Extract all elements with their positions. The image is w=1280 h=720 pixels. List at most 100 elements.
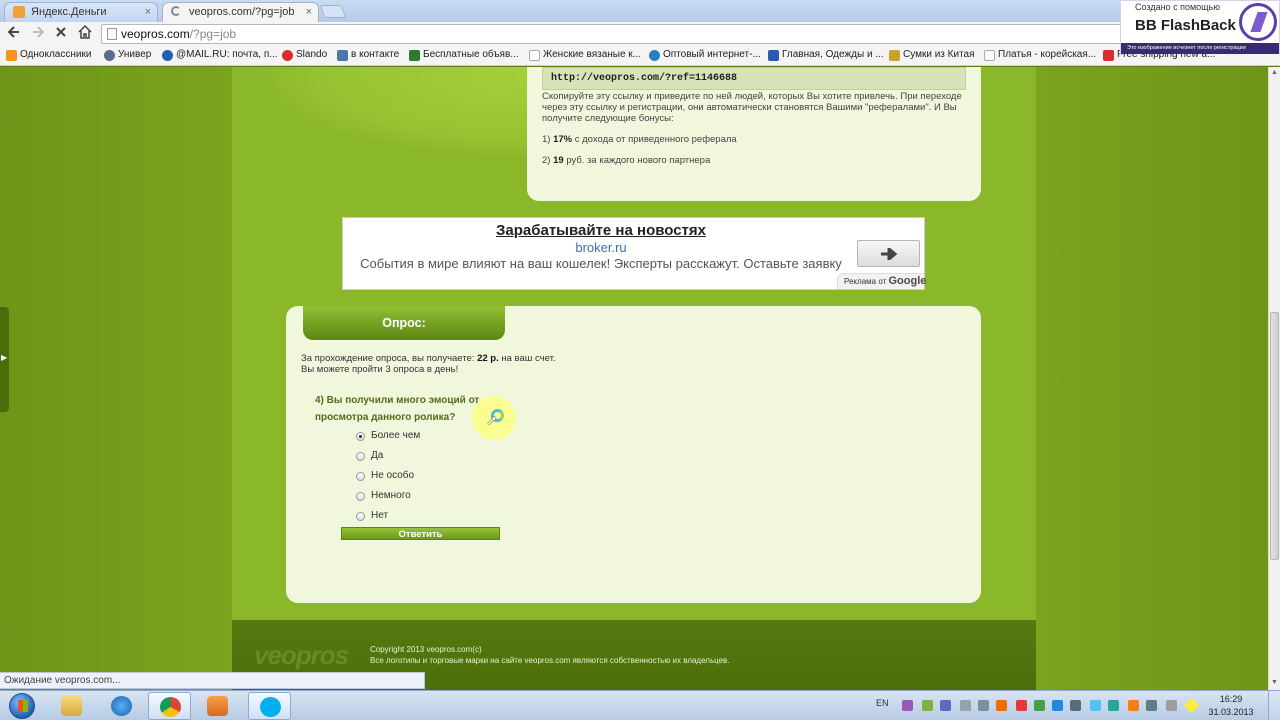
tray-app-icon[interactable] bbox=[902, 700, 913, 711]
radio[interactable] bbox=[356, 452, 365, 461]
home-button[interactable] bbox=[76, 24, 94, 43]
volume-icon[interactable] bbox=[1166, 700, 1177, 711]
tray-app-icon[interactable] bbox=[1052, 700, 1063, 711]
page-icon bbox=[107, 28, 117, 40]
loading-spinner-icon bbox=[171, 6, 181, 16]
ad-attribution[interactable]: Реклама от Google bbox=[837, 273, 927, 289]
bookmark-clothes[interactable]: Главная, Одежды и ... bbox=[768, 49, 884, 61]
ad-title[interactable]: Зарабатывайте на новостях bbox=[343, 222, 859, 239]
new-tab-button[interactable] bbox=[319, 5, 347, 18]
close-tab-icon[interactable]: × bbox=[306, 3, 312, 21]
bookmark-vkontakte[interactable]: в контакте bbox=[337, 49, 399, 61]
scroll-up-icon[interactable]: ▲ bbox=[1271, 69, 1278, 76]
close-tab-icon[interactable]: × bbox=[145, 3, 151, 21]
tray-app-icon[interactable] bbox=[1016, 700, 1027, 711]
tray-app-icon[interactable] bbox=[1070, 700, 1081, 711]
referral-description: Скопируйте эту ссылку и приведите по ней… bbox=[542, 91, 962, 124]
tray-app-icon[interactable] bbox=[1128, 700, 1139, 711]
bookmark-dresses[interactable]: Платья - корейская... bbox=[984, 49, 1096, 61]
tab-label: Яндекс.Деньги bbox=[31, 6, 107, 18]
side-panel-handle[interactable]: ▶ bbox=[0, 307, 9, 412]
tab-yandex-money[interactable]: Яндекс.Деньги × bbox=[4, 2, 158, 22]
moon-icon bbox=[104, 50, 115, 61]
taskbar-skype[interactable] bbox=[248, 692, 291, 720]
language-indicator[interactable]: EN bbox=[876, 698, 889, 708]
show-desktop-button[interactable] bbox=[1268, 691, 1280, 720]
clock[interactable]: 16:29 31.03.2013 bbox=[1206, 693, 1256, 719]
page-icon bbox=[984, 50, 995, 61]
tray-app-icon[interactable] bbox=[940, 700, 951, 711]
bookmark-slando[interactable]: Slando bbox=[282, 49, 327, 61]
google-logo: Google bbox=[888, 275, 927, 287]
tray-app-icon[interactable] bbox=[996, 700, 1007, 711]
media-player-icon bbox=[207, 696, 228, 716]
bookmark-knitted[interactable]: Женские вязаные к... bbox=[529, 49, 641, 61]
td-icon bbox=[768, 50, 779, 61]
odnoklassniki-icon bbox=[6, 50, 17, 61]
tray-app-icon[interactable] bbox=[1090, 700, 1101, 711]
folder-icon bbox=[61, 696, 82, 716]
wholesale-icon bbox=[649, 50, 660, 61]
google-ad[interactable]: Зарабатывайте на новостях broker.ru Собы… bbox=[342, 217, 927, 290]
arrow-right-icon bbox=[880, 245, 897, 263]
forward-button[interactable] bbox=[29, 25, 47, 43]
rt-icon bbox=[889, 50, 900, 61]
bookmark-bags[interactable]: Сумки из Китая bbox=[889, 49, 975, 61]
chrome-icon bbox=[160, 697, 181, 717]
mouse-pointer-icon: ➚ bbox=[486, 412, 498, 428]
bookmark-free-ads[interactable]: Бесплатные объяв... bbox=[409, 49, 519, 61]
tab-label: veopros.com/?pg=job bbox=[189, 6, 295, 18]
submit-answer-button[interactable]: Ответить bbox=[341, 527, 500, 540]
ad-domain[interactable]: broker.ru bbox=[343, 240, 859, 255]
tray-app-icon[interactable] bbox=[960, 700, 971, 711]
internet-explorer-icon bbox=[111, 696, 132, 716]
taskbar-explorer[interactable] bbox=[50, 692, 93, 720]
browser-toolbar: veopros.com/?pg=job bbox=[0, 22, 1280, 46]
address-bar[interactable]: veopros.com/?pg=job bbox=[101, 24, 1121, 44]
tab-veopros[interactable]: veopros.com/?pg=job × bbox=[162, 2, 319, 22]
mail-icon bbox=[162, 50, 173, 61]
page-background-right bbox=[1036, 67, 1268, 690]
windows-logo-icon bbox=[9, 693, 35, 719]
radio[interactable] bbox=[356, 492, 365, 501]
start-button[interactable] bbox=[4, 691, 40, 720]
taskbar-ie[interactable] bbox=[100, 692, 143, 720]
radio[interactable] bbox=[356, 512, 365, 521]
radio[interactable] bbox=[356, 472, 365, 481]
taskbar-chrome[interactable] bbox=[148, 692, 191, 720]
scrollbar-thumb[interactable] bbox=[1270, 312, 1279, 560]
ad-icon bbox=[409, 50, 420, 61]
footer-text: Copyright 2013 veopros.com(c) Все логоти… bbox=[370, 645, 730, 665]
tray-app-icon[interactable] bbox=[978, 700, 989, 711]
ad-go-button[interactable] bbox=[857, 240, 920, 267]
network-icon[interactable] bbox=[1146, 700, 1157, 711]
referral-panel: http://veopros.com/?ref=1146688 Скопируй… bbox=[527, 67, 981, 201]
survey-panel: Опрос: За прохождение опроса, вы получае… bbox=[286, 306, 981, 603]
back-button[interactable] bbox=[5, 25, 23, 43]
vk-icon bbox=[337, 50, 348, 61]
tray-app-icon[interactable] bbox=[1108, 700, 1119, 711]
bookmark-wholesale[interactable]: Оптовый интернет-... bbox=[649, 49, 761, 61]
address-url: veopros.com/?pg=job bbox=[121, 27, 237, 41]
page-viewport: ▶ http://veopros.com/?ref=1146688 Скопир… bbox=[0, 67, 1268, 690]
referral-link[interactable]: http://veopros.com/?ref=1146688 bbox=[542, 67, 966, 90]
stop-button[interactable] bbox=[52, 25, 70, 43]
bookmark-univer[interactable]: Универ bbox=[104, 49, 151, 61]
windows-taskbar: EN 16:29 31.03.2013 bbox=[0, 690, 1280, 720]
vertical-scrollbar[interactable]: ▲ ▼ bbox=[1268, 67, 1280, 690]
scroll-down-icon[interactable]: ▼ bbox=[1271, 679, 1278, 686]
gift-icon bbox=[1103, 50, 1114, 61]
referral-bonus-2: 2) 19 руб. за каждого нового партнера bbox=[542, 155, 711, 166]
radio-selected[interactable] bbox=[356, 432, 365, 441]
ad-text: События в мире влияют на ваш кошелек! Эк… bbox=[360, 256, 842, 271]
forward-arrow-icon bbox=[33, 26, 45, 38]
bookmark-odnoklassniki[interactable]: Одноклассники bbox=[6, 49, 91, 61]
flag-icon[interactable] bbox=[1183, 697, 1200, 714]
tray-app-icon[interactable] bbox=[922, 700, 933, 711]
back-arrow-icon bbox=[7, 26, 19, 38]
tray-app-icon[interactable] bbox=[1034, 700, 1045, 711]
tab-strip: Яндекс.Деньги × veopros.com/?pg=job × bbox=[0, 0, 1280, 22]
taskbar-media[interactable] bbox=[196, 692, 239, 720]
bookmark-mail-ru[interactable]: @MAIL.RU: почта, п... bbox=[162, 49, 278, 61]
page-icon bbox=[529, 50, 540, 61]
